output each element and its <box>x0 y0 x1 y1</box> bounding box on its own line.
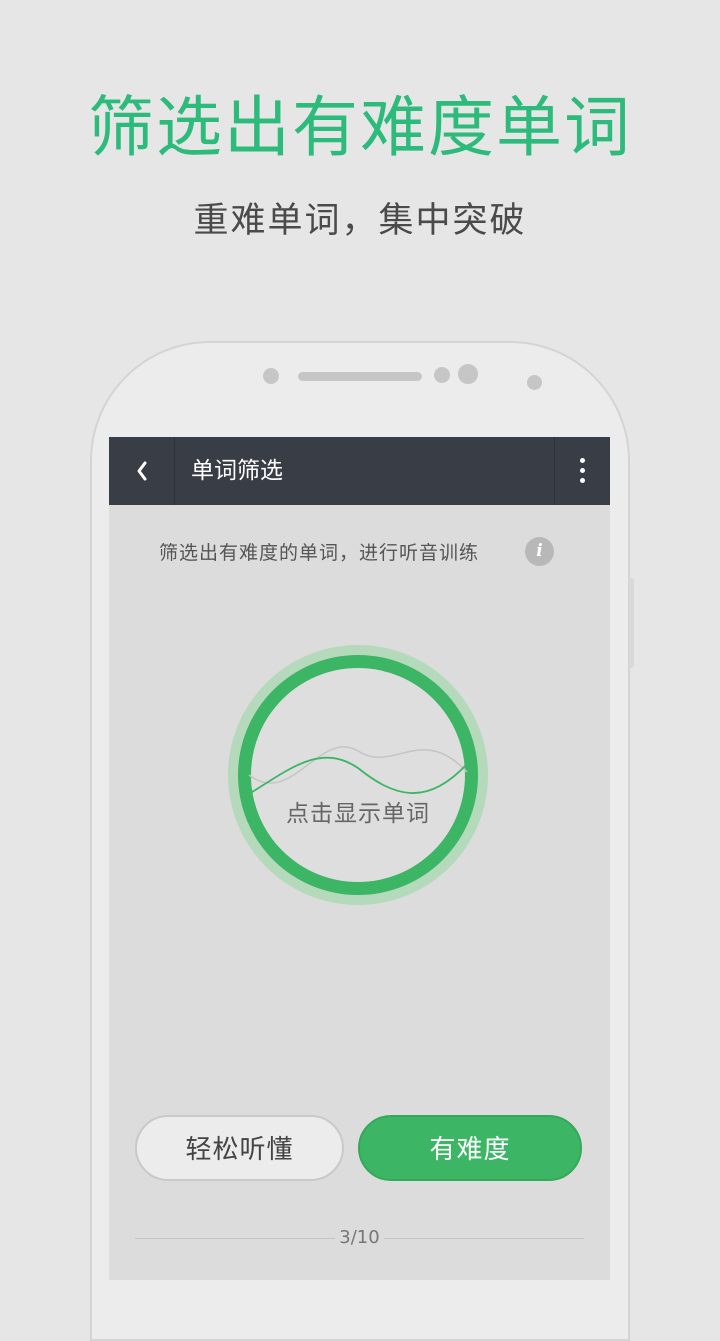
show-word-circle[interactable]: 点击显示单词 <box>221 638 495 912</box>
more-vertical-icon <box>580 458 585 463</box>
phone-camera-dot <box>434 367 450 383</box>
app-bar-title: 单词筛选 <box>191 458 283 484</box>
chevron-left-icon <box>137 461 146 481</box>
hint-text: 筛选出有难度的单词，进行听音训练 <box>159 542 480 564</box>
app-screen: 单词筛选 筛选出有难度的单词，进行听音训练 i 点击显示单词 轻松听懂 有难度 … <box>109 437 610 1280</box>
promo-subtitle: 重难单词，集中突破 <box>193 201 527 241</box>
back-button[interactable] <box>109 437 175 505</box>
promo-title: 筛选出有难度单词 <box>88 89 632 166</box>
easy-button[interactable]: 轻松听懂 <box>135 1115 344 1181</box>
phone-sensor-dot <box>527 375 542 390</box>
progress-divider-right <box>384 1238 584 1239</box>
more-vertical-icon <box>580 468 585 473</box>
app-bar: 单词筛选 <box>109 437 610 505</box>
difficult-button[interactable]: 有难度 <box>358 1115 582 1181</box>
phone-side-button <box>629 578 634 668</box>
phone-speaker <box>298 372 422 381</box>
more-menu-button[interactable] <box>554 437 610 505</box>
more-vertical-icon <box>580 478 585 483</box>
show-word-label: 点击显示单词 <box>286 801 430 827</box>
waveform-circle-icon <box>228 645 488 905</box>
info-icon[interactable]: i <box>525 537 554 566</box>
phone-camera-dot <box>458 364 478 384</box>
phone-sensor-dot <box>263 368 279 384</box>
